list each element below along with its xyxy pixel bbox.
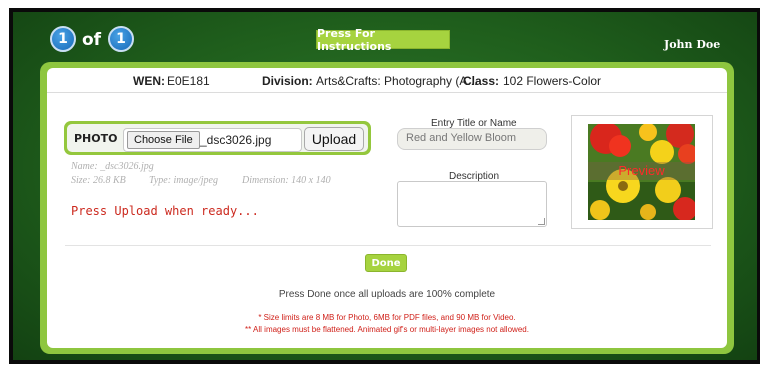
pager-of-label: of: [82, 30, 102, 50]
preview-overlay-text: Preview: [618, 163, 665, 178]
choose-file-button[interactable]: Choose File: [127, 131, 200, 149]
resize-grip-icon[interactable]: [538, 218, 545, 225]
file-meta-type: Type: image/jpeg: [149, 175, 218, 186]
wen-value: E0E181: [167, 74, 210, 88]
upload-button[interactable]: Upload: [304, 127, 364, 151]
flatten-note: ** All images must be flattened. Animate…: [245, 325, 529, 334]
current-entry-badge[interactable]: 1: [50, 26, 76, 52]
selected-file-name: _dsc3026.jpg: [200, 133, 272, 147]
division-label: Division:: [262, 74, 313, 88]
upload-stage: 1 of 1 Press For Instructions John Doe W…: [13, 12, 757, 360]
description-textarea[interactable]: [397, 181, 547, 227]
class-value: 102 Flowers-Color: [503, 74, 602, 88]
upload-card: WEN: E0E181 Division: Arts&Crafts: Photo…: [47, 68, 727, 348]
file-meta-size: Size: 26.8 KB: [71, 175, 126, 186]
total-entries-badge[interactable]: 1: [108, 26, 134, 52]
photo-upload-box: PHOTO Choose File _dsc3026.jpg Upload: [64, 121, 371, 155]
preview-frame: Preview: [571, 115, 713, 229]
flower-preview-image: Preview: [588, 124, 695, 220]
entry-title-input[interactable]: Red and Yellow Bloom: [397, 128, 547, 150]
wen-label: WEN:: [133, 74, 165, 88]
photo-label: PHOTO: [74, 132, 118, 145]
upload-status-message: Press Upload when ready...: [71, 204, 259, 218]
done-button[interactable]: Done: [365, 254, 407, 272]
size-limit-note: * Size limits are 8 MB for Photo, 6MB fo…: [258, 313, 516, 322]
instructions-button[interactable]: Press For Instructions: [316, 27, 450, 53]
file-input[interactable]: Choose File _dsc3026.jpg: [123, 128, 302, 152]
file-meta-dimension: Dimension: 140 x 140: [242, 175, 331, 186]
divider: [65, 245, 711, 246]
division-value: Arts&Crafts: Photography (A...: [316, 74, 478, 88]
file-meta-name: Name: _dsc3026.jpg: [71, 161, 154, 172]
photo-upload-inner: PHOTO Choose File _dsc3026.jpg Upload: [67, 124, 368, 152]
user-name: John Doe: [664, 38, 721, 51]
entry-info-bar: WEN: E0E181 Division: Arts&Crafts: Photo…: [47, 68, 727, 93]
done-message: Press Done once all uploads are 100% com…: [278, 289, 496, 300]
class-label: Class:: [463, 74, 500, 88]
